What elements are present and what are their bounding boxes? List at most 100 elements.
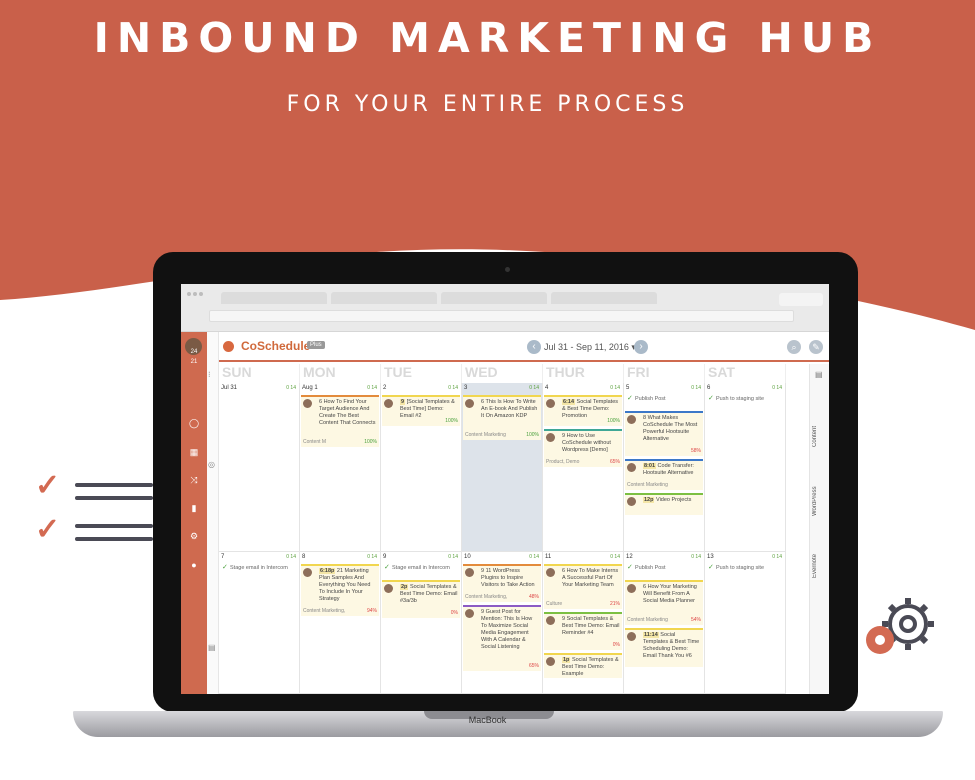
calendar-day[interactable]: 4 0 14 6:14 Social Templates & Best Time D…	[543, 383, 624, 552]
notification-icon[interactable]: ●	[181, 560, 207, 570]
content-card[interactable]: 9 How to Use CoSchedule without Wordpres…	[544, 429, 622, 467]
task-item[interactable]: ✓ Publish Post	[625, 395, 703, 404]
content-card[interactable]: 6 How To Make Interns A Successful Part …	[544, 564, 622, 609]
rail-evernote[interactable]: Evernote	[812, 546, 828, 586]
check-icon[interactable]: ✓	[222, 564, 228, 571]
day-header: SUN	[219, 364, 300, 383]
content-card[interactable]: 8:01 Code Transfer: Hootsuite Alternativ…	[625, 459, 703, 490]
content-card[interactable]: 1p Social Templates & Best Time Demo: Ex…	[544, 653, 622, 678]
browser-tab[interactable]	[441, 292, 547, 304]
check-icon[interactable]: ✓	[708, 395, 714, 402]
calendar-day[interactable]: 10 0 14 9 11 WordPress Plugins to Inspire …	[462, 552, 543, 694]
card-progress: 100%	[526, 432, 539, 438]
shuffle-icon[interactable]: ⤨	[181, 475, 207, 486]
app-name[interactable]: CoSchedule	[241, 339, 310, 353]
rail-content[interactable]: Content	[812, 416, 828, 456]
list-icon[interactable]: ▤	[815, 370, 823, 379]
check-icon[interactable]: ✓	[627, 564, 633, 571]
day-counts: 0 14	[448, 554, 458, 560]
task-item[interactable]: ✓ Stage email in Intercom	[220, 564, 298, 573]
date-range[interactable]: Jul 31 - Sep 11, 2016 ▾	[544, 342, 636, 353]
circle-icon[interactable]: ◯	[181, 418, 207, 429]
camera	[505, 267, 510, 272]
content-card[interactable]: 6 This Is How To Write An E-book And Pub…	[463, 395, 541, 440]
calendar-day[interactable]: 6 0 14 ✓ Push to staging site	[705, 383, 786, 552]
card-title: [Social Templates & Best Time] Demo: Ema…	[400, 399, 455, 419]
check-icon[interactable]: ✓	[384, 564, 390, 571]
browser-tab[interactable]	[551, 292, 657, 304]
avatar	[627, 415, 636, 424]
content-card[interactable]: 6 How Your Marketing Will Benefit From A…	[625, 580, 703, 625]
calendar-day[interactable]: Aug 1 0 14 6 How To Find Your Target Audie…	[300, 383, 381, 552]
window-dot[interactable]	[193, 292, 197, 296]
content-card[interactable]: 9 [Social Templates & Best Time] Demo: E…	[382, 395, 460, 426]
calendar-day[interactable]: 9 0 14 ✓ Stage email in Intercom 2p Social T…	[381, 552, 462, 694]
gear-icon[interactable]: ⚙	[181, 531, 207, 542]
day-number: 11	[545, 554, 552, 560]
content-card[interactable]: 12p Video Projects	[625, 493, 703, 515]
card-progress: 100%	[364, 439, 377, 445]
window-dot[interactable]	[199, 292, 203, 296]
content-card[interactable]: 9 Social Templates & Best Time Demo: Ema…	[544, 612, 622, 650]
day-number: 8	[302, 554, 306, 560]
calendar-day[interactable]: 5 0 14 ✓ Publish Post 8 What Makes CoSchedul…	[624, 383, 705, 552]
task-item[interactable]: ✓ Stage email in Intercom	[382, 564, 460, 573]
day-header: THUR	[543, 364, 624, 383]
day-number: 6	[707, 385, 711, 391]
window-dot[interactable]	[187, 292, 191, 296]
chart-icon[interactable]: ▮	[181, 503, 207, 514]
check-icon[interactable]: ✓	[708, 564, 714, 571]
card-title: 9 Social Templates & Best Time Demo: Ema…	[562, 616, 620, 636]
day-counts: 0 14	[691, 554, 701, 560]
hero-title: INBOUND MARKETING HUB	[93, 14, 882, 62]
day-number: 5	[626, 385, 630, 391]
calendar-day[interactable]: 12 0 14 ✓ Publish Post 6 How Your Marketing …	[624, 552, 705, 694]
task-item[interactable]: ✓ Push to staging site	[706, 395, 784, 404]
check-icon: ✓	[35, 513, 61, 546]
content-card[interactable]: 6 How To Find Your Target Audience And C…	[301, 395, 379, 447]
content-card[interactable]: 8 What Makes CoSchedule The Most Powerfu…	[625, 411, 703, 456]
calendar-day[interactable]: 7 0 14 ✓ Stage email in Intercom	[219, 552, 300, 694]
content-card[interactable]: 9 Guest Post for Mention: This Is How To…	[463, 605, 541, 671]
calendar-day[interactable]: Jul 31 0 14	[219, 383, 300, 552]
right-rail: ▤ Content WordPress Evernote	[809, 364, 829, 694]
rail-wordpress[interactable]: WordPress	[812, 479, 828, 523]
calendar-day[interactable]: 8 0 14 6:18p 21 Marketing Plan Samples And…	[300, 552, 381, 694]
content-card[interactable]: 6:18p 21 Marketing Plan Samples And Ever…	[301, 564, 379, 616]
calendar-day[interactable]: 3 0 14 6 This Is How To Write An E-book An…	[462, 383, 543, 552]
content-card[interactable]: 2p Social Templates & Best Time Demo: Em…	[382, 580, 460, 618]
app-screen: 24 21 ◯ ▦ ⤨ ▮ ⚙ ● ⁝ ◎ ▤ CoSchedule Plus …	[181, 284, 829, 694]
card-title: 8 What Makes CoSchedule The Most Powerfu…	[643, 415, 698, 442]
day-header: TUE	[381, 364, 462, 383]
content-card[interactable]: 9 11 WordPress Plugins to Inspire Visito…	[463, 564, 541, 602]
content-card[interactable]: 11:14 Social Templates & Best Time Sched…	[625, 628, 703, 667]
browser-button[interactable]	[779, 293, 823, 306]
day-header: FRI	[624, 364, 705, 383]
url-bar[interactable]	[209, 310, 794, 322]
prev-arrow-icon[interactable]: ‹	[527, 340, 541, 354]
task-item[interactable]: ✓ Publish Post	[625, 564, 703, 573]
calendar-day[interactable]: 11 0 14 6 How To Make Interns A Successful…	[543, 552, 624, 694]
browser-tab[interactable]	[221, 292, 327, 304]
document-icon[interactable]: ▤	[208, 643, 216, 652]
day-counts: 0 14	[367, 385, 377, 391]
check-icon[interactable]: ✓	[627, 395, 633, 402]
search-icon[interactable]: ⌕	[787, 340, 801, 354]
browser-tab[interactable]	[331, 292, 437, 304]
laptop-brand: MacBook	[468, 715, 507, 725]
task-item[interactable]: ✓ Push to staging site	[706, 564, 784, 573]
next-arrow-icon[interactable]: ›	[634, 340, 648, 354]
day-counts: 0 14	[448, 385, 458, 391]
card-progress: 65%	[528, 663, 539, 669]
card-time: 6:18p	[319, 568, 336, 574]
card-title: 9 11 WordPress Plugins to Inspire Visito…	[481, 568, 535, 588]
edit-icon[interactable]: ✎	[809, 340, 823, 354]
calendar-day[interactable]: 13 0 14 ✓ Push to staging site	[705, 552, 786, 694]
settings-icon[interactable]: ◎	[208, 460, 215, 469]
content-card[interactable]: 6:14 Social Templates & Best Time Demo: …	[544, 395, 622, 426]
grid-icon[interactable]: ⁝	[208, 370, 211, 379]
day-counts: 0 14	[691, 385, 701, 391]
sidebar-count: 21	[190, 359, 198, 365]
calendar-icon[interactable]: ▦	[181, 447, 207, 458]
calendar-day[interactable]: 2 0 14 9 [Social Templates & Best Time] De…	[381, 383, 462, 552]
